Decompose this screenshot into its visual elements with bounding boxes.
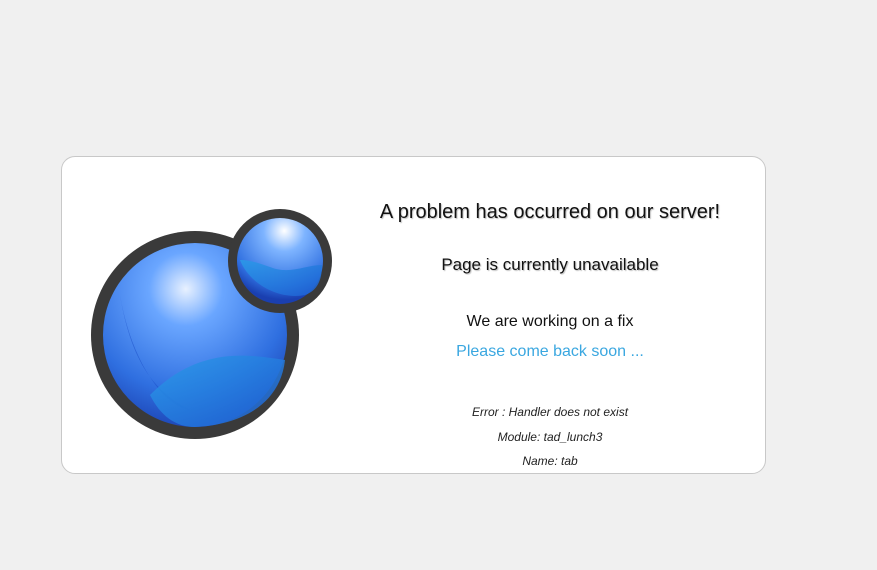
xoops-bubble-logo-icon xyxy=(91,209,332,439)
error-module: Module: tad_lunch3 xyxy=(497,430,603,444)
error-detail: Error : Handler does not exist xyxy=(471,405,629,419)
page-title: A problem has occurred on our server! xyxy=(379,201,721,223)
page-subtitle: Page is currently unavailable xyxy=(441,255,659,274)
error-card: A problem has occurred on our server! Pa… xyxy=(61,156,766,474)
come-back-message: Please come back soon ... xyxy=(456,343,644,360)
working-message: We are working on a fix xyxy=(466,313,634,330)
message-column: A problem has occurred on our server! Pa… xyxy=(362,157,738,473)
error-name: Name: tab xyxy=(522,454,578,468)
